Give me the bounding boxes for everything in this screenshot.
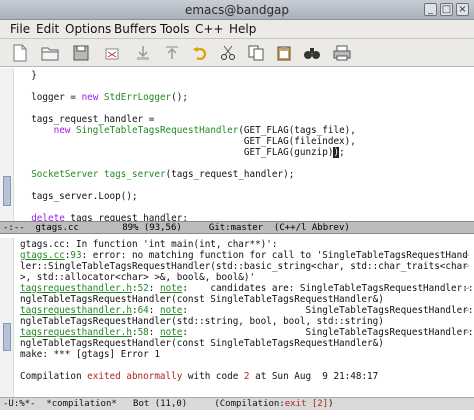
compile-line: ler::SingleTableTagsRequestHandler(std::… (20, 261, 468, 272)
window-title: emacs@bandgap (184, 3, 290, 17)
title-bar: emacs@bandgap _ □ × (0, 0, 474, 20)
new-file-icon[interactable] (10, 43, 30, 63)
compilation-output[interactable]: gtags.cc: In function 'int main(int, cha… (20, 239, 474, 382)
modeline-top[interactable]: -:-- gtags.cc 89% (93,56) Git:master (C+… (0, 221, 474, 234)
modeline-bottom[interactable]: -U:%*- *compilation* Bot (11,0) (Compila… (0, 397, 474, 410)
exit-status-badge: exit [2] (284, 399, 329, 409)
compile-note-line[interactable]: tagsrequesthandler.h:64: note: SingleTab… (20, 305, 474, 316)
code-line: tags_server.Loop(); (20, 191, 138, 202)
minimize-icon[interactable]: _ (424, 3, 437, 16)
menu-buffers[interactable]: Buffers (114, 22, 157, 36)
editor-scroll-thumb[interactable] (3, 176, 11, 206)
menu-edit[interactable]: Edit (36, 22, 59, 36)
paste-clipboard-icon[interactable] (274, 43, 294, 63)
modeline-bottom-text: -U:%*- *compilation* Bot (11,0) (Compila… (3, 399, 334, 409)
compile-line: make: *** [gtags] Error 1 (20, 349, 160, 360)
menu-tools[interactable]: Tools (160, 22, 190, 36)
undo-icon[interactable] (190, 43, 210, 63)
menu-bar: File Edit Options Buffers Tools C++ Help (0, 20, 474, 39)
compile-status-line: Compilation exited abnormally with code … (20, 371, 379, 382)
code-line: delete tags_request_handler; (31, 213, 188, 221)
cut-scissors-icon[interactable] (218, 43, 238, 63)
wrap-indicator-icon: ↵ (464, 327, 469, 336)
wrap-indicator-icon: ↵ (464, 250, 469, 259)
print-icon[interactable] (332, 43, 352, 63)
search-binoculars-icon[interactable] (302, 43, 322, 63)
toolbar (0, 39, 474, 67)
copy-icon[interactable] (133, 43, 153, 63)
maximize-icon[interactable]: □ (440, 3, 453, 16)
save-icon[interactable] (71, 43, 91, 63)
compile-line: >, std::allocator<char> >&, bool&, bool&… (20, 272, 256, 283)
compile-line: ngleTableTagsRequestHandler(const Single… (20, 338, 384, 349)
wrap-indicator-icon: ↵ (464, 283, 469, 292)
compile-line: ngleTableTagsRequestHandler(const Single… (20, 294, 384, 305)
code-line: GET_FLAG(fileindex), (20, 136, 356, 147)
compile-note-line[interactable]: tagsrequesthandler.h:58: note: SingleTab… (20, 327, 474, 338)
compile-line: ngleTableTagsRequestHandler(std::string,… (20, 316, 384, 327)
compile-error-line[interactable]: gtags.cc:93: error: no matching function… (20, 250, 468, 261)
editor-scrollbar[interactable] (0, 68, 14, 221)
minibuffer[interactable] (0, 410, 474, 420)
wrap-indicator-icon: ↵ (464, 305, 469, 314)
menu-help[interactable]: Help (229, 22, 256, 36)
compilation-pane[interactable]: gtags.cc: In function 'int main(int, cha… (0, 238, 474, 401)
close-icon[interactable]: × (456, 3, 469, 16)
compilation-scroll-thumb[interactable] (3, 323, 11, 351)
menu-file[interactable]: File (10, 22, 30, 36)
compile-note-line[interactable]: tagsrequesthandler.h:52: note: candidate… (20, 283, 474, 294)
copy-pages-icon[interactable] (246, 43, 266, 63)
compile-line (20, 360, 460, 371)
compile-line: gtags.cc: In function 'int main(int, cha… (20, 239, 278, 250)
paste-icon[interactable] (162, 43, 182, 63)
editor-code[interactable]: } logger = new StdErrLogger(); tags_requ… (20, 70, 460, 221)
menu-cpp[interactable]: C++ (195, 22, 224, 36)
open-folder-icon[interactable] (40, 43, 60, 63)
code-line: new SingleTableTagsRequestHandler(GET_FL… (53, 125, 356, 136)
code-line: } (20, 70, 37, 81)
cut-icon[interactable] (102, 43, 122, 63)
code-line: SocketServer tags_server(tags_request_ha… (31, 169, 295, 180)
compilation-scrollbar[interactable] (0, 238, 14, 401)
code-line: logger = new StdErrLogger(); (20, 92, 188, 103)
code-line: GET_FLAG(gunzip)); (20, 147, 345, 158)
code-line: tags_request_handler = (20, 114, 155, 125)
text-cursor: ) (333, 147, 340, 158)
editor-pane[interactable]: } logger = new StdErrLogger(); tags_requ… (0, 68, 474, 221)
menu-options[interactable]: Options (65, 22, 111, 36)
wrap-indicator-icon: ↵ (464, 261, 469, 270)
